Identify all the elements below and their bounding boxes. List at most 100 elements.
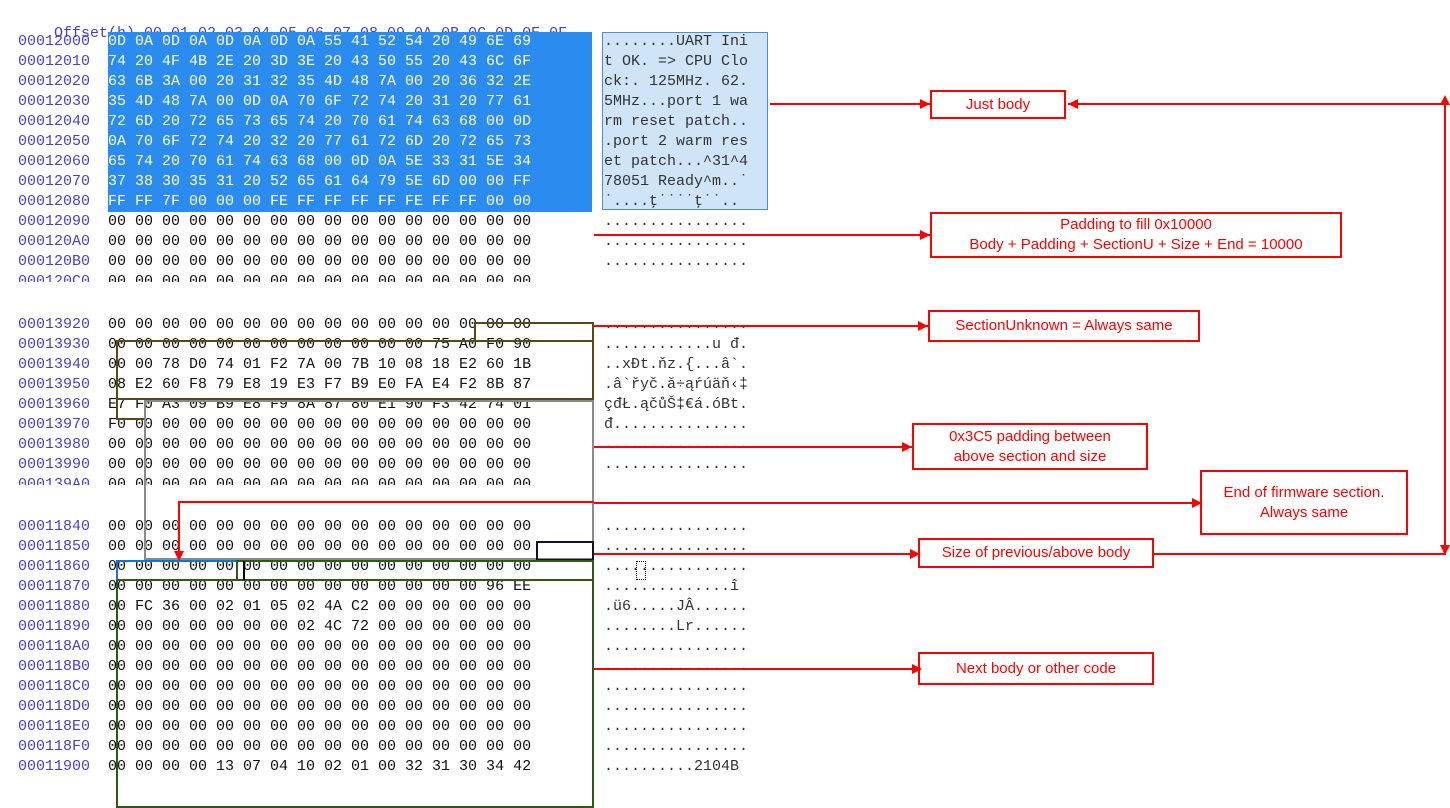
- hex-row-bytes[interactable]: 74 20 4F 4B 2E 20 3D 3E 20 43 50 55 20 4…: [108, 52, 531, 72]
- hex-row-bytes[interactable]: 63 6B 3A 00 20 31 32 35 4D 48 7A 00 20 3…: [108, 72, 531, 92]
- hex-row[interactable]: 00013930 00 00 00 00 00 00 00 00 00 00 00…: [0, 335, 531, 355]
- hex-row-bytes[interactable]: 00 00 00 00 00 00 00 00 00 00 00 00 00 0…: [108, 737, 531, 757]
- hex-row[interactable]: 00013940 00 00 78 D0 74 01 F2 7A 00 7B 10…: [0, 355, 531, 375]
- hex-row[interactable]: 00012070 37 38 30 35 31 20 52 65 61 64 79…: [0, 172, 531, 192]
- hex-row-ascii[interactable]: ................: [604, 717, 748, 737]
- hex-row-bytes[interactable]: 00 00 00 00 00 00 00 00 00 00 00 00 00 0…: [108, 537, 531, 557]
- hex-row[interactable]: 00013980 00 00 00 00 00 00 00 00 00 00 00…: [0, 435, 531, 455]
- hex-row[interactable]: 000118C0 00 00 00 00 00 00 00 00 00 00 00…: [0, 677, 531, 697]
- hex-row[interactable]: 00011840 00 00 00 00 00 00 00 00 00 00 00…: [0, 517, 531, 537]
- hex-row[interactable]: 00013960 E7 F0 A3 09 B9 E8 F9 8A 87 80 E1…: [0, 395, 531, 415]
- hex-row[interactable]: 000118E0 00 00 00 00 00 00 00 00 00 00 00…: [0, 717, 531, 737]
- hex-row[interactable]: 00012000 0D 0A 0D 0A 0D 0A 0D 0A 55 41 52…: [0, 32, 531, 52]
- hex-row-ascii[interactable]: ..........2104B: [604, 757, 739, 777]
- hex-row-bytes[interactable]: 72 6D 20 72 65 73 65 74 20 70 61 74 63 6…: [108, 112, 531, 132]
- hex-row[interactable]: 000118B0 00 00 00 00 00 00 00 00 00 00 00…: [0, 657, 531, 677]
- hex-row-bytes[interactable]: 00 00 00 00 00 00 00 00 00 00 00 00 00 0…: [108, 232, 531, 252]
- hex-row[interactable]: 00013950 08 E2 60 F8 79 E8 19 E3 F7 B9 E0…: [0, 375, 531, 395]
- hex-row-bytes[interactable]: 00 00 00 00 00 00 00 00 00 00 00 00 00 0…: [108, 637, 531, 657]
- hex-row-ascii[interactable]: .ü6.....JÂ......: [604, 597, 748, 617]
- hex-row-bytes[interactable]: 00 00 00 00 00 00 00 00 00 00 00 00 00 0…: [108, 517, 531, 537]
- hex-row-ascii[interactable]: ................: [604, 557, 748, 577]
- hex-row-bytes[interactable]: 00 00 00 00 00 00 00 00 00 00 00 00 00 0…: [108, 455, 531, 475]
- hex-row[interactable]: 00012030 35 4D 48 7A 00 0D 0A 70 6F 72 74…: [0, 92, 531, 112]
- hex-row-bytes[interactable]: 37 38 30 35 31 20 52 65 61 64 79 5E 6D 0…: [108, 172, 531, 192]
- hex-row-ascii[interactable]: et patch...^31^4: [604, 152, 748, 172]
- hex-row-ascii[interactable]: ............u đ.: [604, 335, 748, 355]
- hex-row-ascii[interactable]: ................: [604, 435, 748, 455]
- hex-row-ascii[interactable]: ................: [604, 637, 748, 657]
- hex-row-ascii[interactable]: ................: [604, 252, 748, 272]
- hex-row-bytes[interactable]: 00 00 00 00 00 00 00 00 00 00 00 00 00 0…: [108, 697, 531, 717]
- hex-row[interactable]: 00012090 00 00 00 00 00 00 00 00 00 00 00…: [0, 212, 531, 232]
- hex-row-ascii[interactable]: ................: [604, 677, 748, 697]
- hex-row[interactable]: 00013990 00 00 00 00 00 00 00 00 00 00 00…: [0, 455, 531, 475]
- hex-row-ascii[interactable]: ........Lr......: [604, 617, 748, 637]
- hex-row[interactable]: 000118F0 00 00 00 00 00 00 00 00 00 00 00…: [0, 737, 531, 757]
- hex-row-ascii[interactable]: ˙....ţ˙˙˙˙ţ˙˙..: [604, 192, 739, 212]
- hex-row[interactable]: 00011850 00 00 00 00 00 00 00 00 00 00 00…: [0, 537, 531, 557]
- hex-row[interactable]: 00011870 00 00 00 00 00 00 00 00 00 00 00…: [0, 577, 531, 597]
- hex-row[interactable]: 00012040 72 6D 20 72 65 73 65 74 20 70 61…: [0, 112, 531, 132]
- hex-row[interactable]: 00011890 00 00 00 00 00 00 00 02 4C 72 00…: [0, 617, 531, 637]
- hex-row-bytes[interactable]: 00 00 00 00 00 00 00 00 00 00 00 00 75 A…: [108, 335, 531, 355]
- hex-row[interactable]: 000120C0 00 00 00 00 00 00 00 00 00 00 00…: [0, 272, 531, 282]
- hex-row-ascii[interactable]: ..xÐt.ňz.{...â`.: [604, 355, 748, 375]
- hex-row[interactable]: 000139A0 00 00 00 00 00 00 00 00 00 00 00…: [0, 475, 531, 485]
- hex-row-bytes[interactable]: 00 00 00 00 00 00 00 00 00 00 00 00 00 0…: [108, 677, 531, 697]
- hex-row-ascii[interactable]: ................: [604, 657, 748, 677]
- hex-row[interactable]: 000120A0 00 00 00 00 00 00 00 00 00 00 00…: [0, 232, 531, 252]
- hex-row-ascii[interactable]: ..............î: [604, 577, 739, 597]
- hex-row-ascii[interactable]: .â`řyč.ă÷ąŕúäň‹‡: [604, 375, 748, 395]
- hex-row-bytes[interactable]: 00 00 78 D0 74 01 F2 7A 00 7B 10 08 18 E…: [108, 355, 531, 375]
- hex-row-bytes[interactable]: F0 00 00 00 00 00 00 00 00 00 00 00 00 0…: [108, 415, 531, 435]
- hex-row[interactable]: 000118D0 00 00 00 00 00 00 00 00 00 00 00…: [0, 697, 531, 717]
- hex-row-ascii[interactable]: çđŁ.ąčůŠ‡€á.óBt.: [604, 395, 748, 415]
- hex-row[interactable]: 00011900 00 00 00 00 13 07 04 10 02 01 00…: [0, 757, 531, 777]
- hex-row-ascii[interactable]: đ...............: [604, 415, 748, 435]
- hex-row-bytes[interactable]: 00 00 00 00 00 00 00 00 00 00 00 00 00 0…: [108, 475, 531, 485]
- hex-row-bytes[interactable]: E7 F0 A3 09 B9 E8 F9 8A 87 80 E1 90 F3 4…: [108, 395, 531, 415]
- hex-row-bytes[interactable]: 00 00 00 00 00 00 00 00 00 00 00 00 00 0…: [108, 252, 531, 272]
- hex-row-bytes[interactable]: 00 00 00 00 00 00 00 00 00 00 00 00 00 0…: [108, 657, 531, 677]
- hex-row[interactable]: 000118A0 00 00 00 00 00 00 00 00 00 00 00…: [0, 637, 531, 657]
- hex-row-ascii[interactable]: ................: [604, 697, 748, 717]
- hex-row[interactable]: 00013970 F0 00 00 00 00 00 00 00 00 00 00…: [0, 415, 531, 435]
- hex-row-ascii[interactable]: 5MHz...port 1 wa: [604, 92, 748, 112]
- hex-row[interactable]: 00011860 00 00 00 00 00 00 00 00 00 00 00…: [0, 557, 531, 577]
- hex-row-bytes[interactable]: 65 74 20 70 61 74 63 68 00 0D 0A 5E 33 3…: [108, 152, 531, 172]
- hex-viewer[interactable]: Offset(h)00 01 02 03 04 05 06 07 08 09 0…: [0, 0, 800, 808]
- hex-row-bytes[interactable]: 00 00 00 00 13 07 04 10 02 01 00 32 31 3…: [108, 757, 531, 777]
- hex-row-ascii[interactable]: rm reset patch..: [604, 112, 748, 132]
- hex-row[interactable]: 00012080 FF FF 7F 00 00 00 FE FF FF FF FF…: [0, 192, 531, 212]
- hex-row-ascii[interactable]: ................: [604, 455, 748, 475]
- hex-row[interactable]: 00012060 65 74 20 70 61 74 63 68 00 0D 0A…: [0, 152, 531, 172]
- hex-row-bytes[interactable]: 08 E2 60 F8 79 E8 19 E3 F7 B9 E0 FA E4 F…: [108, 375, 531, 395]
- hex-row-ascii[interactable]: 78051 Ready^m..˙: [604, 172, 748, 192]
- hex-row[interactable]: 00013920 00 00 00 00 00 00 00 00 00 00 00…: [0, 315, 531, 335]
- hex-row-bytes[interactable]: 0A 70 6F 72 74 20 32 20 77 61 72 6D 20 7…: [108, 132, 531, 152]
- hex-row[interactable]: 000120B0 00 00 00 00 00 00 00 00 00 00 00…: [0, 252, 531, 272]
- hex-row-bytes[interactable]: FF FF 7F 00 00 00 FE FF FF FF FF FE FF F…: [108, 192, 531, 212]
- hex-row-bytes[interactable]: 00 00 00 00 00 00 00 00 00 00 00 00 00 0…: [108, 272, 531, 282]
- hex-row-ascii[interactable]: .port 2 warm res: [604, 132, 748, 152]
- hex-row-ascii[interactable]: t OK. => CPU Clo: [604, 52, 748, 72]
- hex-row-bytes[interactable]: 00 00 00 00 00 00 00 00 00 00 00 00 00 0…: [108, 315, 531, 335]
- hex-row[interactable]: 00012010 74 20 4F 4B 2E 20 3D 3E 20 43 50…: [0, 52, 531, 72]
- hex-row-bytes[interactable]: 35 4D 48 7A 00 0D 0A 70 6F 72 74 20 31 2…: [108, 92, 531, 112]
- hex-row[interactable]: 00012020 63 6B 3A 00 20 31 32 35 4D 48 7A…: [0, 72, 531, 92]
- hex-row-bytes[interactable]: 00 00 00 00 00 00 00 00 00 00 00 00 00 0…: [108, 212, 531, 232]
- hex-row-ascii[interactable]: ck:. 125MHz. 62.: [604, 72, 748, 92]
- hex-row-ascii[interactable]: ................: [604, 737, 748, 757]
- hex-row[interactable]: 00011880 00 FC 36 00 02 01 05 02 4A C2 00…: [0, 597, 531, 617]
- hex-row-bytes[interactable]: 00 00 00 00 00 00 00 02 4C 72 00 00 00 0…: [108, 617, 531, 637]
- hex-row-bytes[interactable]: 00 00 00 00 00 00 00 00 00 00 00 00 00 0…: [108, 557, 531, 577]
- hex-row-bytes[interactable]: 00 00 00 00 00 00 00 00 00 00 00 00 00 0…: [108, 577, 531, 597]
- hex-row-bytes[interactable]: 00 00 00 00 00 00 00 00 00 00 00 00 00 0…: [108, 435, 531, 455]
- hex-row[interactable]: 00012050 0A 70 6F 72 74 20 32 20 77 61 72…: [0, 132, 531, 152]
- hex-row-bytes[interactable]: 00 FC 36 00 02 01 05 02 4A C2 00 00 00 0…: [108, 597, 531, 617]
- hex-row-bytes[interactable]: 0D 0A 0D 0A 0D 0A 0D 0A 55 41 52 54 20 4…: [108, 32, 531, 52]
- hex-row-ascii[interactable]: ........UART Ini: [604, 32, 748, 52]
- hex-row-ascii[interactable]: ................: [604, 517, 748, 537]
- hex-row-ascii[interactable]: ................: [604, 212, 748, 232]
